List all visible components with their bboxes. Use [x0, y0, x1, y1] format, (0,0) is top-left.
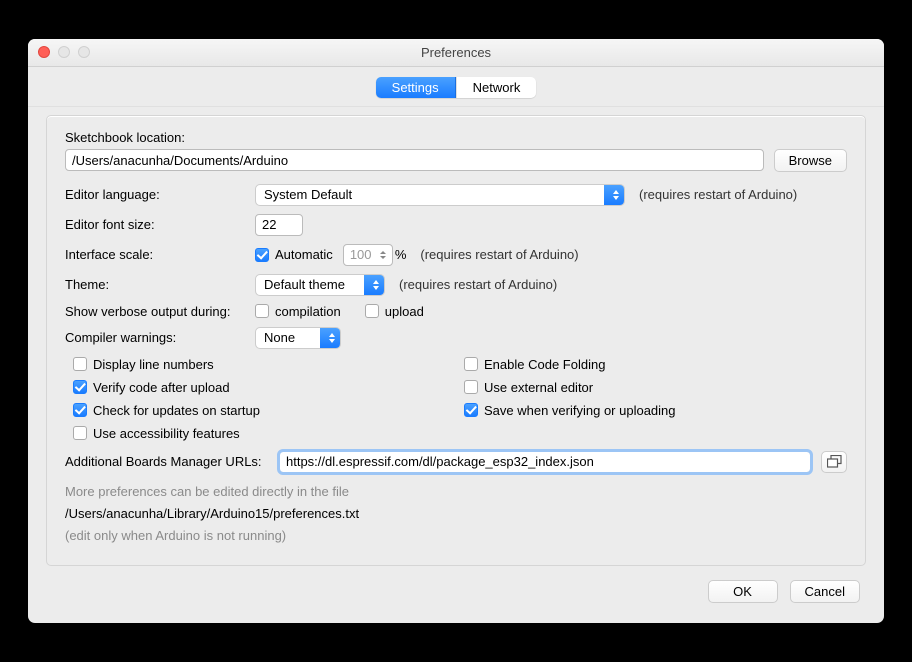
compiler-warnings-select[interactable]: None: [255, 327, 341, 349]
check-updates-checkbox[interactable]: Check for updates on startup: [73, 403, 456, 418]
window-controls: [38, 46, 90, 58]
more-prefs-hint: More preferences can be edited directly …: [65, 481, 847, 503]
compiler-warnings-label: Compiler warnings:: [65, 330, 255, 345]
automatic-checkbox[interactable]: Automatic: [255, 247, 333, 262]
verbose-label: Show verbose output during:: [65, 304, 255, 319]
additional-urls-label: Additional Boards Manager URLs:: [65, 454, 279, 469]
browse-button[interactable]: Browse: [774, 149, 847, 172]
display-line-numbers-checkbox[interactable]: Display line numbers: [73, 357, 456, 372]
open-urls-dialog-button[interactable]: [821, 451, 847, 473]
titlebar: Preferences: [28, 39, 884, 67]
external-editor-checkbox[interactable]: Use external editor: [464, 380, 847, 395]
chevron-updown-icon: [373, 280, 379, 290]
settings-panel: Sketchbook location: Browse Editor langu…: [46, 115, 866, 566]
chevron-updown-icon: [329, 333, 335, 343]
editor-language-label: Editor language:: [65, 187, 255, 202]
window-title: Preferences: [421, 45, 491, 60]
sketchbook-path-input[interactable]: [65, 149, 764, 171]
additional-urls-input[interactable]: [279, 451, 811, 473]
accessibility-checkbox[interactable]: Use accessibility features: [73, 426, 456, 441]
prefs-file-path: /Users/anacunha/Library/Arduino15/prefer…: [65, 503, 847, 525]
editor-language-hint: (requires restart of Arduino): [639, 187, 797, 202]
font-size-label: Editor font size:: [65, 217, 255, 232]
theme-value: Default theme: [264, 277, 345, 292]
sketchbook-label: Sketchbook location:: [65, 130, 185, 145]
preferences-window: Preferences Settings Network Sketchbook …: [28, 39, 884, 623]
minimize-icon: [58, 46, 70, 58]
tab-network[interactable]: Network: [456, 77, 537, 98]
ok-button[interactable]: OK: [708, 580, 778, 603]
zoom-icon: [78, 46, 90, 58]
verify-after-upload-checkbox[interactable]: Verify code after upload: [73, 380, 456, 395]
percent-label: %: [395, 247, 407, 262]
chevron-updown-icon: [613, 190, 619, 200]
editor-language-select[interactable]: System Default: [255, 184, 625, 206]
tabbar: Settings Network: [28, 67, 884, 107]
font-size-input[interactable]: [255, 214, 303, 236]
upload-checkbox[interactable]: upload: [365, 304, 424, 319]
close-icon[interactable]: [38, 46, 50, 58]
tab-settings[interactable]: Settings: [376, 77, 456, 98]
window-stack-icon: [827, 455, 842, 468]
compiler-warnings-value: None: [264, 330, 295, 345]
theme-select[interactable]: Default theme: [255, 274, 385, 296]
stepper-arrows-icon: [380, 245, 390, 265]
save-when-verify-checkbox[interactable]: Save when verifying or uploading: [464, 403, 847, 418]
edit-only-hint: (edit only when Arduino is not running): [65, 525, 847, 547]
interface-scale-label: Interface scale:: [65, 247, 255, 262]
scale-hint: (requires restart of Arduino): [420, 247, 578, 262]
editor-language-value: System Default: [264, 187, 352, 202]
theme-hint: (requires restart of Arduino): [399, 277, 557, 292]
theme-label: Theme:: [65, 277, 255, 292]
scale-percent-stepper[interactable]: 100: [343, 244, 393, 266]
compilation-checkbox[interactable]: compilation: [255, 304, 341, 319]
code-folding-checkbox[interactable]: Enable Code Folding: [464, 357, 847, 372]
cancel-button[interactable]: Cancel: [790, 580, 860, 603]
